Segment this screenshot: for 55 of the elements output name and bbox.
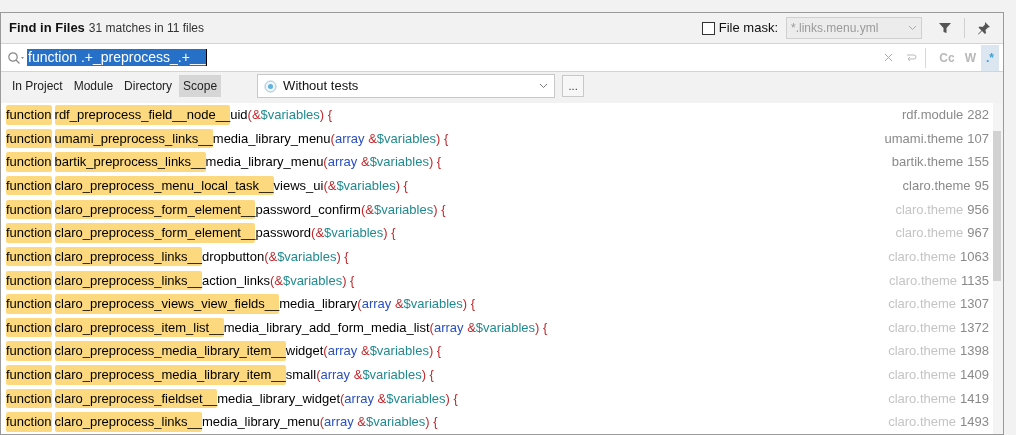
file-name: rdf.module xyxy=(901,106,964,125)
chevron-down-icon xyxy=(539,83,549,89)
line-number: 282 xyxy=(967,106,989,125)
scope-tab[interactable]: Directory xyxy=(120,75,177,97)
file-name: umami.theme xyxy=(884,129,964,148)
code-line[interactable]: function bartik_preprocess_links__media_library_menu(array &$variables) { xyxy=(6,152,442,172)
file-name: claro.theme xyxy=(888,366,957,385)
search-icon[interactable] xyxy=(7,50,25,65)
code-line[interactable]: function claro_preprocess_views_view_fields__media_library(array &$variables) { xyxy=(6,294,476,314)
line-number: 1409 xyxy=(960,366,989,385)
close-icon[interactable] xyxy=(884,53,894,62)
line-number: 1398 xyxy=(960,342,989,361)
pin-icon[interactable] xyxy=(977,21,991,35)
code-line[interactable]: function claro_preprocess_links__dropbutton(&$variables) { xyxy=(6,246,349,267)
scrollbar-thumb[interactable] xyxy=(993,131,1001,281)
line-number: 1419 xyxy=(960,389,989,408)
code-line[interactable]: function umami_preprocess_links__media_library_menu(array &$variables) { xyxy=(6,128,449,149)
file-name: claro.theme xyxy=(888,295,957,314)
code-line[interactable]: function claro_preprocess_form_element__password_confirm(&$variables) { xyxy=(6,199,446,220)
file-name: claro.theme xyxy=(895,224,964,243)
file-name: claro.theme xyxy=(888,318,957,337)
file-name: claro.theme xyxy=(895,200,964,219)
line-number: 967 xyxy=(967,224,989,243)
line-number: 1307 xyxy=(960,295,989,314)
code-line[interactable]: function claro_preprocess_links__action_links(&$variables) { xyxy=(6,270,355,291)
line-number: 1135 xyxy=(961,271,989,290)
file-name: claro.theme xyxy=(888,342,957,361)
file-name: claro.theme xyxy=(888,389,957,408)
line-number: 107 xyxy=(967,129,989,148)
file-name: claro.theme xyxy=(888,247,957,266)
line-number: 1063 xyxy=(960,247,989,266)
file-name: claro.theme xyxy=(902,177,971,195)
file-name: claro.theme xyxy=(888,413,957,432)
line-number: 1372 xyxy=(960,318,989,337)
code-line[interactable]: function claro_preprocess_item_list__media_library_add_form_media_list(array &$variables) { xyxy=(6,317,548,338)
scope-tab[interactable]: Module xyxy=(69,75,118,97)
line-number: 1493 xyxy=(960,413,989,432)
line-number: 956 xyxy=(967,200,989,219)
file-mask-label: File mask: xyxy=(718,19,778,38)
filter-icon[interactable] xyxy=(938,21,952,35)
code-line[interactable]: function claro_preprocess_fieldset__media_library_widget(array &$variables) { xyxy=(6,388,458,409)
scope-dropdown[interactable]: Without tests xyxy=(257,74,556,98)
line-number: 155 xyxy=(967,153,989,172)
file-name: claro.theme xyxy=(889,271,958,290)
scope-tab[interactable]: Scope xyxy=(179,75,222,97)
line-number: 95 xyxy=(974,177,989,195)
chevron-down-icon xyxy=(908,25,917,31)
new-line-icon[interactable] xyxy=(905,51,918,64)
match-summary: 31 matches in 11 files xyxy=(88,20,204,37)
scope-tab[interactable]: In Project xyxy=(8,75,67,97)
code-line[interactable]: function claro_preprocess_links__media_library_menu(array &$variables) { xyxy=(6,412,438,432)
radio-dot-icon xyxy=(264,79,278,93)
file-name: bartik.theme xyxy=(891,153,964,172)
more-button[interactable]: ... xyxy=(562,75,585,97)
panel-title: Find in Files xyxy=(9,19,85,38)
